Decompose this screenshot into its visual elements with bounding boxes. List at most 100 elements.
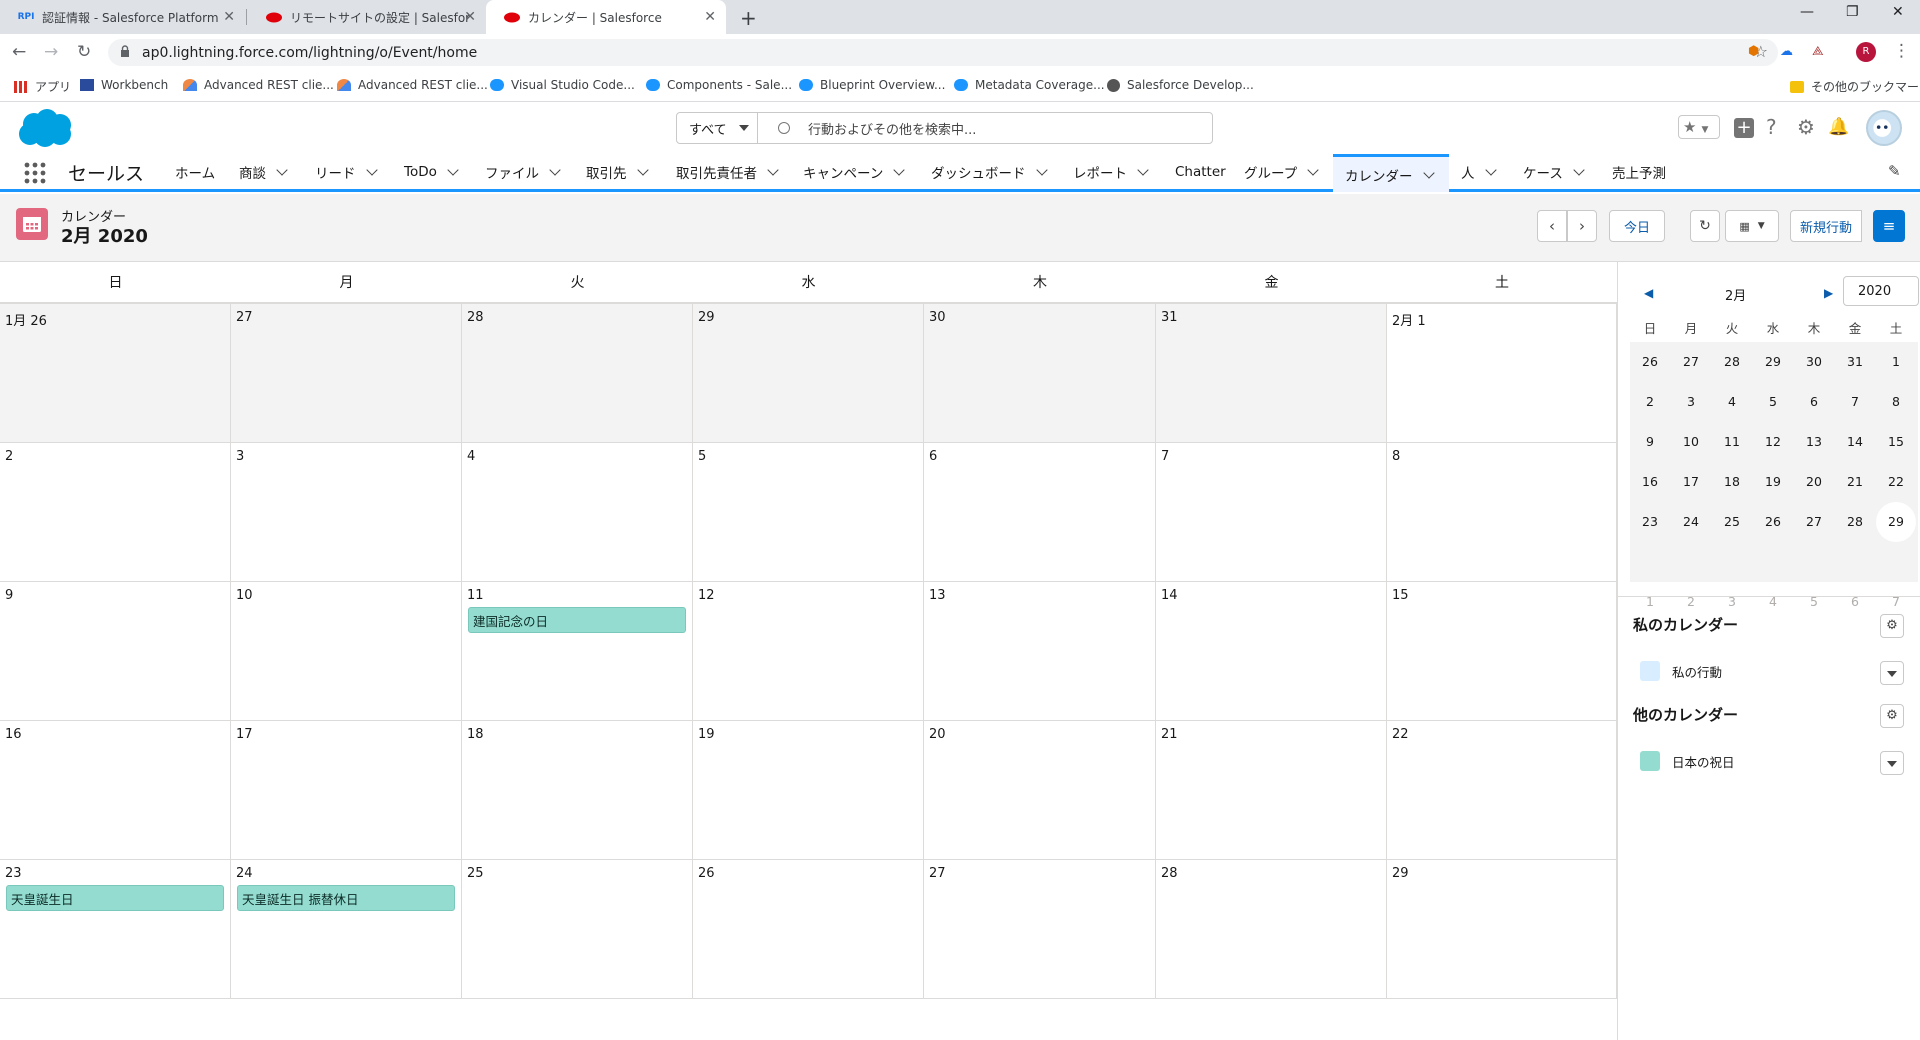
chevron-down-icon[interactable] (365, 164, 378, 176)
calendar-day-cell[interactable]: 9 (0, 582, 231, 721)
calendar-day-cell[interactable]: 8 (1387, 443, 1617, 582)
mini-prev-month-icon[interactable]: ◀ (1644, 286, 1653, 300)
close-icon[interactable]: ✕ (704, 9, 716, 25)
nav-item-campaigns[interactable]: キャンペーン (803, 154, 905, 190)
mini-day[interactable]: 31 (1835, 342, 1875, 382)
mini-day[interactable]: 15 (1876, 422, 1916, 462)
calendar-day-cell[interactable]: 25 (462, 860, 693, 999)
calendar-day-cell[interactable]: 11 (462, 582, 693, 721)
calendar-day-cell[interactable]: 2月 1 (1387, 304, 1617, 443)
calendar-event[interactable]: 建国記念の日 (468, 607, 686, 633)
app-launcher-icon[interactable] (24, 162, 46, 184)
calendar-day-cell[interactable]: 26 (693, 860, 924, 999)
user-avatar[interactable] (1866, 110, 1902, 146)
mini-day[interactable]: 6 (1835, 582, 1875, 622)
back-icon[interactable]: ← (12, 42, 26, 62)
salesforce-logo[interactable] (14, 107, 76, 149)
mini-day[interactable]: 16 (1630, 462, 1670, 502)
mini-day[interactable]: 4 (1753, 582, 1793, 622)
chevron-down-icon[interactable] (1137, 164, 1149, 176)
chevron-down-icon[interactable] (1035, 164, 1048, 176)
mini-day[interactable]: 27 (1794, 502, 1834, 542)
nav-item-reports[interactable]: レポート (1073, 154, 1149, 190)
list-menu-icon[interactable]: ≡ (1873, 210, 1905, 242)
new-event-button[interactable]: 新規行動 (1790, 210, 1862, 242)
mini-day[interactable]: 14 (1835, 422, 1875, 462)
nav-item-cases[interactable]: ケース (1523, 154, 1585, 190)
mini-day[interactable]: 7 (1835, 382, 1875, 422)
chevron-down-icon[interactable] (276, 164, 288, 176)
bookmark-item[interactable]: Salesforce Develop... (1107, 78, 1254, 92)
new-tab-button[interactable]: + (740, 6, 757, 30)
mini-day[interactable]: 22 (1876, 462, 1916, 502)
url-field[interactable]: ap0.lightning.force.com/lightning/o/Even… (108, 39, 1778, 66)
calendar-day-cell[interactable]: 10 (231, 582, 462, 721)
close-window-icon[interactable]: ✕ (1892, 4, 1904, 20)
calendar-event[interactable]: 天皇誕生日 振替休日 (237, 885, 455, 911)
calendar-list-item[interactable]: 日本の祝日 (1640, 751, 1735, 771)
mini-day[interactable]: 25 (1712, 502, 1752, 542)
calendar-options-dropdown[interactable] (1880, 751, 1904, 775)
chevron-down-icon[interactable] (1307, 164, 1319, 176)
bookmark-item[interactable]: Advanced REST clie... (337, 78, 488, 92)
calendar-day-cell[interactable]: 3 (231, 443, 462, 582)
nav-item-todo[interactable]: ToDo (404, 154, 459, 190)
bookmark-item[interactable]: Blueprint Overview... (799, 78, 945, 92)
edit-nav-pencil-icon[interactable]: ✎ (1888, 162, 1901, 180)
calendar-day-cell[interactable]: 18 (462, 721, 693, 860)
calendar-day-cell[interactable]: 27 (924, 860, 1156, 999)
mini-day[interactable]: 8 (1876, 382, 1916, 422)
calendar-day-cell[interactable]: 13 (924, 582, 1156, 721)
mini-day[interactable]: 5 (1794, 582, 1834, 622)
chevron-down-icon[interactable] (1573, 164, 1585, 176)
calendar-day-cell[interactable]: 6 (924, 443, 1156, 582)
extension-icon[interactable]: ⬢ (1748, 44, 1759, 59)
calendar-day-cell[interactable]: 17 (231, 721, 462, 860)
nav-item-contacts[interactable]: 取引先責任者 (676, 154, 779, 190)
browser-tab-active[interactable]: カレンダー | Salesforce ✕ (486, 0, 726, 34)
calendar-day-cell[interactable]: 23 (0, 860, 231, 999)
menu-dots-icon[interactable]: ⋮ (1893, 41, 1910, 61)
nav-item-dashboards[interactable]: ダッシュボード (931, 154, 1048, 190)
calendar-day-cell[interactable]: 4 (462, 443, 693, 582)
nav-item-calendar[interactable]: カレンダー (1333, 154, 1449, 192)
mini-day[interactable]: 27 (1671, 342, 1711, 382)
bookmark-item[interactable]: Metadata Coverage... (954, 78, 1105, 92)
bookmark-item[interactable]: Visual Studio Code... (490, 78, 635, 92)
calendar-day-cell[interactable]: 19 (693, 721, 924, 860)
nav-item-leads[interactable]: リード (315, 154, 378, 190)
mini-day[interactable]: 26 (1753, 502, 1793, 542)
today-button[interactable]: 今日 (1609, 210, 1665, 242)
mini-day[interactable]: 24 (1671, 502, 1711, 542)
mini-day[interactable]: 3 (1671, 382, 1711, 422)
mini-day[interactable]: 4 (1712, 382, 1752, 422)
nav-item-files[interactable]: ファイル (485, 154, 561, 190)
chevron-down-icon[interactable] (549, 164, 561, 176)
bookmark-item[interactable]: Advanced REST clie... (183, 78, 334, 92)
calendar-day-cell[interactable]: 20 (924, 721, 1156, 860)
nav-item-accounts[interactable]: 取引先 (586, 154, 649, 190)
global-search-input[interactable]: 行動およびその他を検索中... (757, 112, 1213, 144)
calendar-day-cell[interactable]: 14 (1156, 582, 1387, 721)
chevron-down-icon[interactable] (893, 164, 905, 176)
close-icon[interactable]: ✕ (464, 9, 476, 25)
calendar-color-swatch[interactable] (1640, 751, 1660, 771)
other-bookmarks[interactable]: その他のブックマーク (1790, 78, 1920, 95)
mini-day[interactable]: 1 (1876, 342, 1916, 382)
bookmark-item[interactable]: Components - Sale... (646, 78, 792, 92)
mini-day[interactable]: 5 (1753, 382, 1793, 422)
calendar-day-cell[interactable]: 29 (693, 304, 924, 443)
pdf-extension-icon[interactable]: ⟁ (1812, 44, 1824, 59)
mini-day[interactable]: 29 (1753, 342, 1793, 382)
browser-tab[interactable]: リモートサイトの設定 | Salesforce ✕ (248, 0, 486, 34)
nav-item-people[interactable]: 人 (1461, 154, 1497, 190)
my-calendars-gear-icon[interactable]: ⚙ (1880, 614, 1904, 638)
profile-avatar[interactable]: R (1856, 42, 1876, 62)
mini-day[interactable]: 28 (1712, 342, 1752, 382)
nav-item-opportunities[interactable]: 商談 (239, 154, 288, 190)
chevron-down-icon[interactable] (636, 164, 649, 176)
reload-icon[interactable]: ↻ (77, 42, 91, 62)
other-calendars-gear-icon[interactable]: ⚙ (1880, 704, 1904, 728)
calendar-day-cell[interactable]: 1月 26 (0, 304, 231, 443)
previous-month-button[interactable]: ‹ (1537, 210, 1567, 242)
